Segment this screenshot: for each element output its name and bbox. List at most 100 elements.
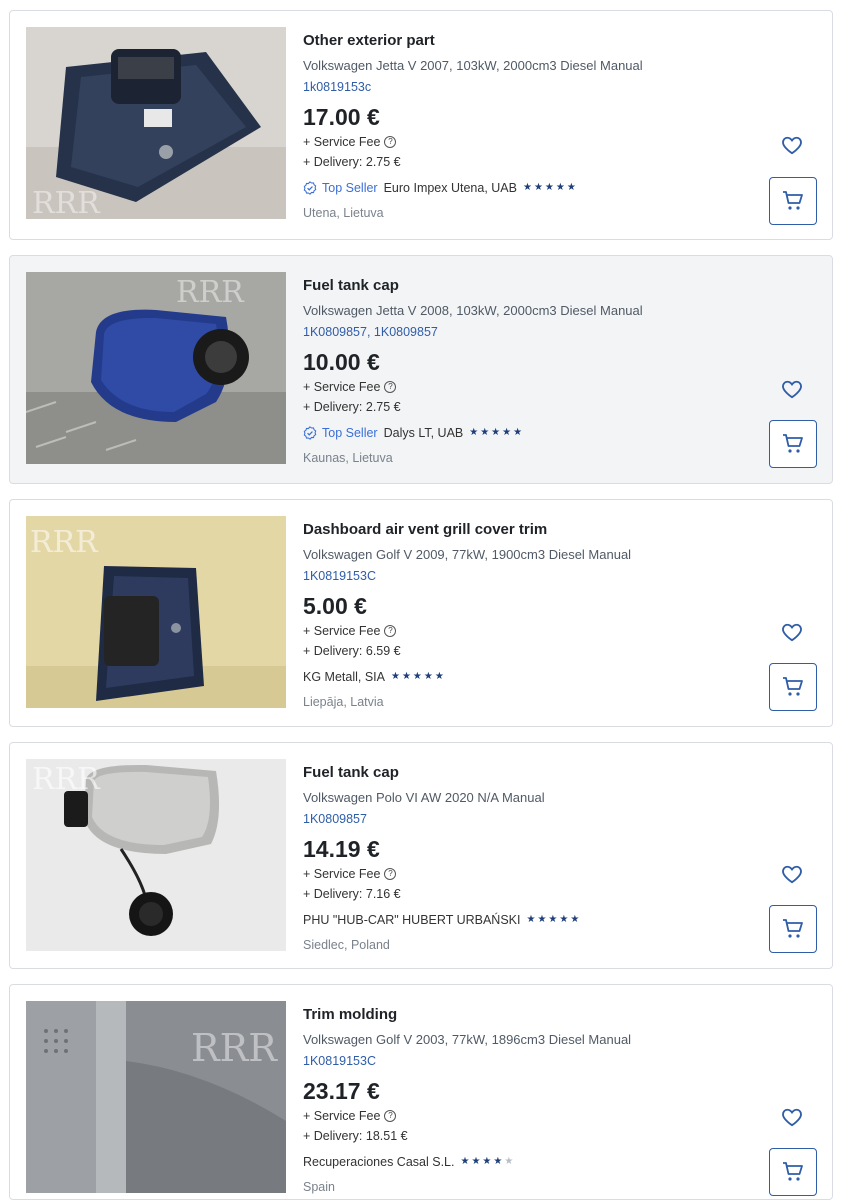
- part-codes[interactable]: 1k0819153c: [303, 79, 712, 96]
- vehicle-info: Volkswagen Jetta V 2007, 103kW, 2000cm3 …: [303, 58, 643, 73]
- listing-card[interactable]: RRR Dashboard air vent grill cover trim …: [9, 499, 833, 727]
- service-fee-label: + Service Fee: [303, 135, 381, 149]
- verified-badge-icon: [303, 426, 317, 440]
- vehicle-info: Volkswagen Golf V 2009, 77kW, 1900cm3 Di…: [303, 547, 632, 562]
- listing-card[interactable]: RRR Fuel tank cap Volkswagen Jetta V 200…: [9, 255, 833, 484]
- add-to-cart-button[interactable]: [769, 1148, 817, 1196]
- cart-icon: [783, 919, 803, 938]
- service-fee: + Service Fee ?: [303, 377, 712, 397]
- service-fee: + Service Fee ?: [303, 1106, 712, 1126]
- watermark: RRR: [30, 525, 99, 560]
- seller-row: Recuperaciones Casal S.L. ★★★★★: [303, 1152, 712, 1172]
- service-fee-label: + Service Fee: [303, 380, 381, 394]
- question-circle-icon[interactable]: ?: [384, 1110, 397, 1122]
- location: Spain: [303, 1180, 335, 1194]
- seller-name[interactable]: Euro Impex Utena, UAB: [384, 178, 517, 198]
- cart-icon: [783, 191, 803, 210]
- product-photo-art: RRR: [26, 1001, 286, 1193]
- seller-row: Top Seller Euro Impex Utena, UAB ★★★★★: [303, 178, 712, 198]
- listing-title[interactable]: Fuel tank cap: [303, 276, 712, 296]
- delivery-fee: + Delivery: 2.75 €: [303, 155, 401, 169]
- top-seller-label: Top Seller: [322, 181, 378, 195]
- seller-rating: ★★★★★: [526, 914, 582, 925]
- cart-icon: [783, 677, 803, 696]
- question-circle-icon[interactable]: ?: [384, 136, 397, 148]
- service-fee-label: + Service Fee: [303, 624, 381, 638]
- vehicle-info: Volkswagen Polo VI AW 2020 N/A Manual: [303, 790, 545, 805]
- part-codes[interactable]: 1K0819153C: [303, 568, 712, 585]
- seller-row: PHU "HUB-CAR" HUBERT URBAŃSKI ★★★★★: [303, 910, 712, 930]
- seller-name[interactable]: KG Metall, SIA: [303, 667, 385, 687]
- listing-title[interactable]: Other exterior part: [303, 31, 712, 51]
- service-fee-label: + Service Fee: [303, 1109, 381, 1123]
- seller-rating: ★★★★★: [523, 182, 578, 193]
- price: 14.19 €: [303, 836, 380, 862]
- watermark: RRR: [32, 762, 101, 797]
- watermark: RRR: [32, 186, 101, 219]
- add-to-cart-button[interactable]: [769, 663, 817, 711]
- product-photo[interactable]: RRR: [26, 759, 286, 951]
- product-photo[interactable]: RRR: [26, 1001, 286, 1193]
- delivery-fee: + Delivery: 6.59 €: [303, 644, 401, 658]
- product-photo-art: RRR: [26, 272, 286, 464]
- product-photo[interactable]: RRR: [26, 516, 286, 708]
- listing-card[interactable]: RRR Other exterior part Volkswagen Jetta…: [9, 10, 833, 240]
- top-seller-badge: Top Seller: [303, 178, 378, 198]
- heart-icon[interactable]: [780, 133, 804, 157]
- heart-icon[interactable]: [780, 1105, 804, 1129]
- part-codes[interactable]: 1K0819153C: [303, 1053, 712, 1070]
- location: Siedlec, Poland: [303, 938, 390, 952]
- listing-title[interactable]: Dashboard air vent grill cover trim: [303, 520, 712, 540]
- location: Liepāja, Latvia: [303, 695, 384, 709]
- part-codes[interactable]: 1K0809857, 1K0809857: [303, 324, 712, 341]
- seller-rating: ★★★★★: [469, 427, 525, 438]
- seller-name[interactable]: PHU "HUB-CAR" HUBERT URBAŃSKI: [303, 910, 520, 930]
- part-codes[interactable]: 1K0809857: [303, 811, 712, 828]
- price: 5.00 €: [303, 593, 367, 619]
- seller-rating: ★★★★★: [390, 671, 446, 682]
- service-fee: + Service Fee ?: [303, 132, 712, 152]
- seller-row: KG Metall, SIA ★★★★★: [303, 667, 712, 687]
- seller-row: Top Seller Dalys LT, UAB ★★★★★: [303, 423, 712, 443]
- product-photo-art: RRR: [26, 759, 286, 951]
- listing-card[interactable]: RRR Fuel tank cap Volkswagen Polo VI AW …: [9, 742, 833, 969]
- location: Kaunas, Lietuva: [303, 451, 393, 465]
- listing-title[interactable]: Fuel tank cap: [303, 763, 712, 783]
- add-to-cart-button[interactable]: [769, 905, 817, 953]
- listing-card[interactable]: RRR Trim molding Volkswagen Golf V 2003,…: [9, 984, 833, 1200]
- question-circle-icon[interactable]: ?: [384, 868, 397, 880]
- product-photo-art: RRR: [26, 27, 286, 219]
- location: Utena, Lietuva: [303, 206, 384, 220]
- heart-icon[interactable]: [780, 620, 804, 644]
- listing-title[interactable]: Trim molding: [303, 1005, 712, 1025]
- question-circle-icon[interactable]: ?: [384, 381, 397, 393]
- product-photo-art: RRR: [26, 516, 286, 708]
- product-photo[interactable]: RRR: [26, 27, 286, 219]
- top-seller-label: Top Seller: [322, 426, 378, 440]
- heart-icon[interactable]: [780, 862, 804, 886]
- cart-icon: [783, 1162, 803, 1181]
- price: 10.00 €: [303, 349, 380, 375]
- product-photo[interactable]: RRR: [26, 272, 286, 464]
- seller-name[interactable]: Dalys LT, UAB: [384, 423, 464, 443]
- watermark: RRR: [191, 1026, 278, 1070]
- seller-rating: ★★★★★: [460, 1156, 516, 1167]
- vehicle-info: Volkswagen Jetta V 2008, 103kW, 2000cm3 …: [303, 303, 643, 318]
- listing-list: RRR Other exterior part Volkswagen Jetta…: [0, 0, 846, 1203]
- service-fee: + Service Fee ?: [303, 621, 712, 641]
- cart-icon: [783, 434, 803, 453]
- service-fee: + Service Fee ?: [303, 864, 712, 884]
- watermark: RRR: [176, 275, 245, 310]
- delivery-fee: + Delivery: 2.75 €: [303, 400, 401, 414]
- price: 23.17 €: [303, 1078, 380, 1104]
- delivery-fee: + Delivery: 7.16 €: [303, 887, 401, 901]
- heart-icon[interactable]: [780, 377, 804, 401]
- price: 17.00 €: [303, 104, 380, 130]
- question-circle-icon[interactable]: ?: [384, 625, 397, 637]
- add-to-cart-button[interactable]: [769, 177, 817, 225]
- top-seller-badge: Top Seller: [303, 423, 378, 443]
- service-fee-label: + Service Fee: [303, 867, 381, 881]
- add-to-cart-button[interactable]: [769, 420, 817, 468]
- delivery-fee: + Delivery: 18.51 €: [303, 1129, 408, 1143]
- seller-name[interactable]: Recuperaciones Casal S.L.: [303, 1152, 454, 1172]
